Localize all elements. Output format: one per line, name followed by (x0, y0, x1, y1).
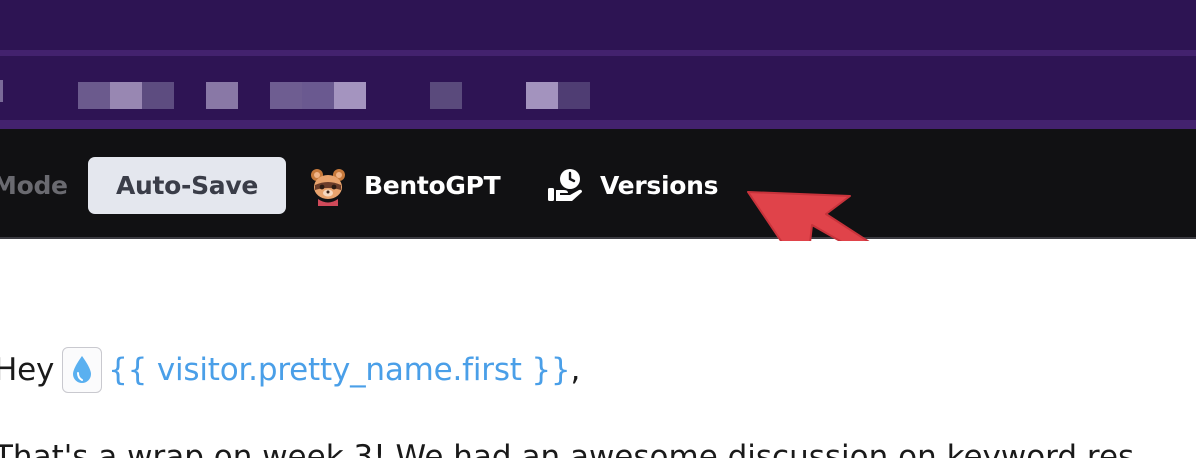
autosave-button[interactable]: Auto-Save (88, 157, 286, 214)
versions-label: Versions (600, 171, 719, 200)
raccoon-avatar-icon (311, 168, 345, 206)
merge-tag-visitor-first-name[interactable]: {{ visitor.pretty_name.first }} (108, 352, 571, 388)
mode-toggle[interactable]: Mode (0, 157, 68, 214)
water-drop-icon (73, 356, 92, 383)
top-header (0, 0, 1196, 50)
nav-item-blurred-4[interactable] (430, 82, 462, 109)
versions-button[interactable]: Versions (546, 157, 718, 214)
nav-edge-marker (0, 80, 3, 102)
greeting-line[interactable]: Hey {{ visitor.pretty_name.first }} , (0, 347, 580, 393)
merge-tag-icon-box[interactable] (62, 347, 103, 393)
nav-item-blurred-1[interactable] (78, 82, 174, 109)
nav-item-blurred-3[interactable] (270, 82, 366, 109)
autosave-label: Auto-Save (115, 171, 259, 200)
nav-item-blurred-2[interactable] (206, 82, 238, 109)
header-bottom-band (0, 120, 1196, 129)
main-nav (0, 56, 1196, 120)
mode-label: Mode (0, 171, 68, 200)
email-editor-body[interactable]: Hey {{ visitor.pretty_name.first }} , Th… (0, 241, 1196, 458)
hand-clock-icon (548, 168, 582, 201)
greeting-comma: , (570, 352, 581, 388)
nav-item-blurred-5[interactable] (526, 82, 590, 109)
greeting-word: Hey (0, 352, 55, 388)
bentogpt-button[interactable]: BentoGPT (308, 157, 501, 214)
editor-toolbar: Mode Auto-Save BentoGPT Versions (0, 129, 1196, 239)
body-paragraph[interactable]: That's a wrap on week 3! We had an aweso… (0, 439, 1134, 458)
bentogpt-label: BentoGPT (364, 171, 501, 200)
